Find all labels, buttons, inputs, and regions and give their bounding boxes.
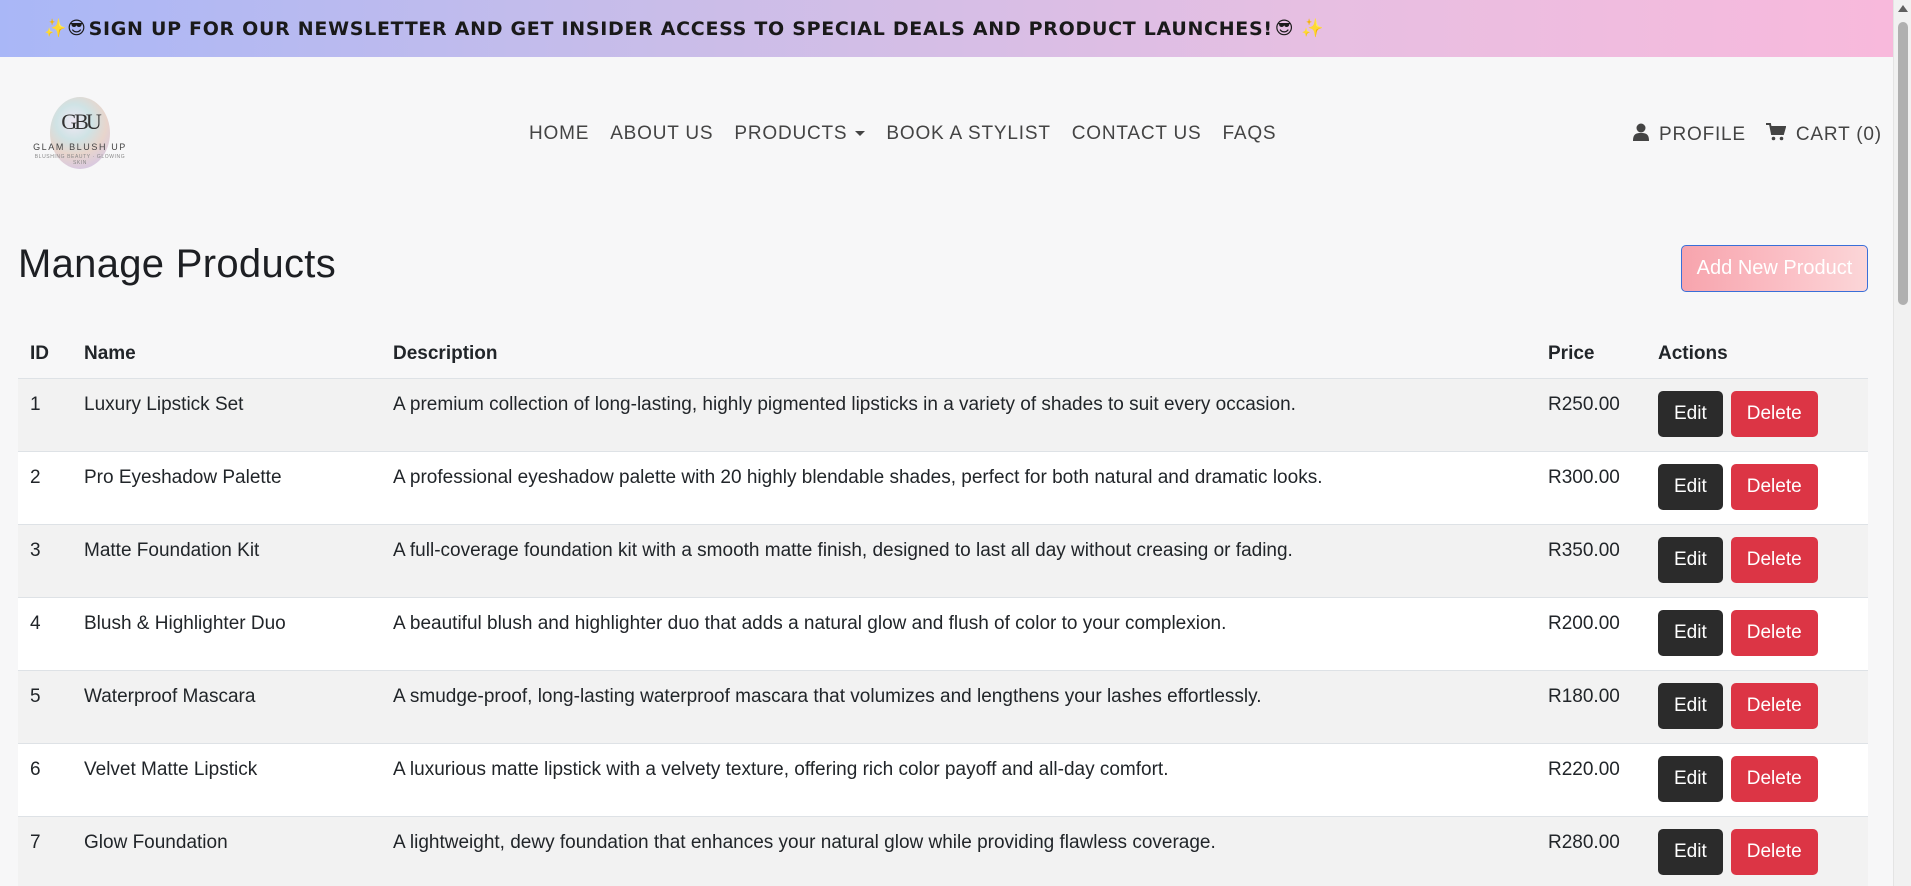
logo-brand-name: GLAM BLUSH UP bbox=[33, 142, 127, 152]
cell-price: R220.00 bbox=[1536, 743, 1646, 817]
nav-user-actions: PROFILE CART (0) bbox=[1633, 123, 1882, 147]
column-header-name: Name bbox=[72, 330, 381, 379]
delete-button[interactable]: Delete bbox=[1730, 609, 1818, 656]
cell-name: Luxury Lipstick Set bbox=[72, 378, 381, 452]
cell-id: 6 bbox=[18, 743, 72, 817]
banner-text: SIGN UP FOR OUR NEWSLETTER AND GET INSID… bbox=[88, 17, 1273, 40]
nav-home[interactable]: HOME bbox=[529, 123, 589, 145]
edit-button[interactable]: Edit bbox=[1658, 682, 1723, 729]
edit-button[interactable]: Edit bbox=[1658, 536, 1723, 583]
scrollbar-thumb[interactable] bbox=[1898, 22, 1908, 305]
delete-button[interactable]: Delete bbox=[1730, 390, 1818, 437]
cell-price: R280.00 bbox=[1536, 816, 1646, 886]
vertical-scrollbar[interactable] bbox=[1893, 0, 1911, 886]
sparkle-sunglasses-emoji-left: ✨😎 bbox=[44, 18, 87, 39]
nav-products-dropdown[interactable]: PRODUCTS bbox=[734, 123, 866, 145]
cell-id: 2 bbox=[18, 451, 72, 525]
nav-cart-label: CART (0) bbox=[1795, 124, 1882, 145]
cell-id: 1 bbox=[18, 378, 72, 452]
products-table: ID Name Description Price Actions 1 Luxu… bbox=[18, 330, 1868, 886]
delete-button[interactable]: Delete bbox=[1730, 755, 1818, 802]
cell-id: 4 bbox=[18, 597, 72, 671]
cell-description: A luxurious matte lipstick with a velvet… bbox=[381, 743, 1536, 817]
newsletter-banner[interactable]: ✨😎 SIGN UP FOR OUR NEWSLETTER AND GET IN… bbox=[0, 0, 1893, 57]
cell-description: A professional eyeshadow palette with 20… bbox=[381, 451, 1536, 525]
cell-id: 3 bbox=[18, 524, 72, 598]
nav-links: HOME ABOUT US PRODUCTS BOOK A STYLIST CO… bbox=[529, 123, 1297, 145]
cell-name: Pro Eyeshadow Palette bbox=[72, 451, 381, 525]
delete-button[interactable]: Delete bbox=[1730, 682, 1818, 729]
cell-price: R200.00 bbox=[1536, 597, 1646, 671]
cell-description: A full-coverage foundation kit with a sm… bbox=[381, 524, 1536, 598]
table-row: 3 Matte Foundation Kit A full-coverage f… bbox=[18, 524, 1868, 598]
edit-button[interactable]: Edit bbox=[1658, 463, 1723, 510]
cell-price: R300.00 bbox=[1536, 451, 1646, 525]
nav-cart[interactable]: CART (0) bbox=[1765, 123, 1882, 147]
page-title: Manage Products bbox=[18, 242, 337, 286]
logo-tagline: BLUSHING BEAUTY · GLOWING SKIN bbox=[34, 154, 126, 166]
cell-actions: Edit Delete bbox=[1646, 451, 1868, 525]
cell-name: Blush & Highlighter Duo bbox=[72, 597, 381, 671]
column-header-actions: Actions bbox=[1646, 330, 1868, 379]
add-new-product-button[interactable]: Add New Product bbox=[1681, 245, 1868, 292]
logo-monogram: GBU bbox=[61, 109, 101, 134]
cell-name: Waterproof Mascara bbox=[72, 670, 381, 744]
column-header-description: Description bbox=[381, 330, 1536, 379]
table-row: 4 Blush & Highlighter Duo A beautiful bl… bbox=[18, 597, 1868, 671]
sunglasses-sparkle-emoji-right: 😎 ✨ bbox=[1274, 18, 1325, 39]
cell-actions: Edit Delete bbox=[1646, 670, 1868, 744]
cell-name: Velvet Matte Lipstick bbox=[72, 743, 381, 817]
nav-profile-label: PROFILE bbox=[1659, 124, 1746, 145]
cell-price: R250.00 bbox=[1536, 378, 1646, 452]
cell-actions: Edit Delete bbox=[1646, 743, 1868, 817]
cell-actions: Edit Delete bbox=[1646, 816, 1868, 886]
nav-profile[interactable]: PROFILE bbox=[1633, 123, 1746, 147]
cell-id: 5 bbox=[18, 670, 72, 744]
chevron-down-icon bbox=[855, 131, 866, 137]
cell-description: A premium collection of long-lasting, hi… bbox=[381, 378, 1536, 452]
column-header-id: ID bbox=[18, 330, 72, 379]
cell-actions: Edit Delete bbox=[1646, 597, 1868, 671]
table-row: 6 Velvet Matte Lipstick A luxurious matt… bbox=[18, 743, 1868, 817]
cell-actions: Edit Delete bbox=[1646, 524, 1868, 598]
shopping-cart-icon bbox=[1765, 123, 1787, 147]
edit-button[interactable]: Edit bbox=[1658, 755, 1723, 802]
cell-actions: Edit Delete bbox=[1646, 378, 1868, 452]
cell-name: Glow Foundation bbox=[72, 816, 381, 886]
table-row: 7 Glow Foundation A lightweight, dewy fo… bbox=[18, 816, 1868, 886]
cell-description: A lightweight, dewy foundation that enha… bbox=[381, 816, 1536, 886]
nav-about-us[interactable]: ABOUT US bbox=[610, 123, 713, 145]
main-navbar: GBU GLAM BLUSH UP BLUSHING BEAUTY · GLOW… bbox=[0, 57, 1893, 212]
edit-button[interactable]: Edit bbox=[1658, 609, 1723, 656]
brand-logo[interactable]: GBU GLAM BLUSH UP BLUSHING BEAUTY · GLOW… bbox=[32, 97, 128, 177]
nav-faqs[interactable]: FAQS bbox=[1222, 123, 1276, 145]
delete-button[interactable]: Delete bbox=[1730, 828, 1818, 875]
cell-description: A beautiful blush and highlighter duo th… bbox=[381, 597, 1536, 671]
cell-name: Matte Foundation Kit bbox=[72, 524, 381, 598]
column-header-price: Price bbox=[1536, 330, 1646, 379]
user-icon bbox=[1633, 123, 1649, 147]
delete-button[interactable]: Delete bbox=[1730, 463, 1818, 510]
nav-book-a-stylist[interactable]: BOOK A STYLIST bbox=[886, 123, 1050, 145]
cell-price: R180.00 bbox=[1536, 670, 1646, 744]
nav-contact-us[interactable]: CONTACT US bbox=[1072, 123, 1202, 145]
cell-price: R350.00 bbox=[1536, 524, 1646, 598]
cell-id: 7 bbox=[18, 816, 72, 886]
edit-button[interactable]: Edit bbox=[1658, 828, 1723, 875]
nav-products-label: PRODUCTS bbox=[734, 123, 848, 144]
table-row: 5 Waterproof Mascara A smudge-proof, lon… bbox=[18, 670, 1868, 744]
table-header-row: ID Name Description Price Actions bbox=[18, 330, 1868, 379]
table-row: 1 Luxury Lipstick Set A premium collecti… bbox=[18, 378, 1868, 452]
edit-button[interactable]: Edit bbox=[1658, 390, 1723, 437]
cell-description: A smudge-proof, long-lasting waterproof … bbox=[381, 670, 1536, 744]
table-row: 2 Pro Eyeshadow Palette A professional e… bbox=[18, 451, 1868, 525]
scroll-up-arrow-icon[interactable] bbox=[1898, 5, 1908, 12]
delete-button[interactable]: Delete bbox=[1730, 536, 1818, 583]
